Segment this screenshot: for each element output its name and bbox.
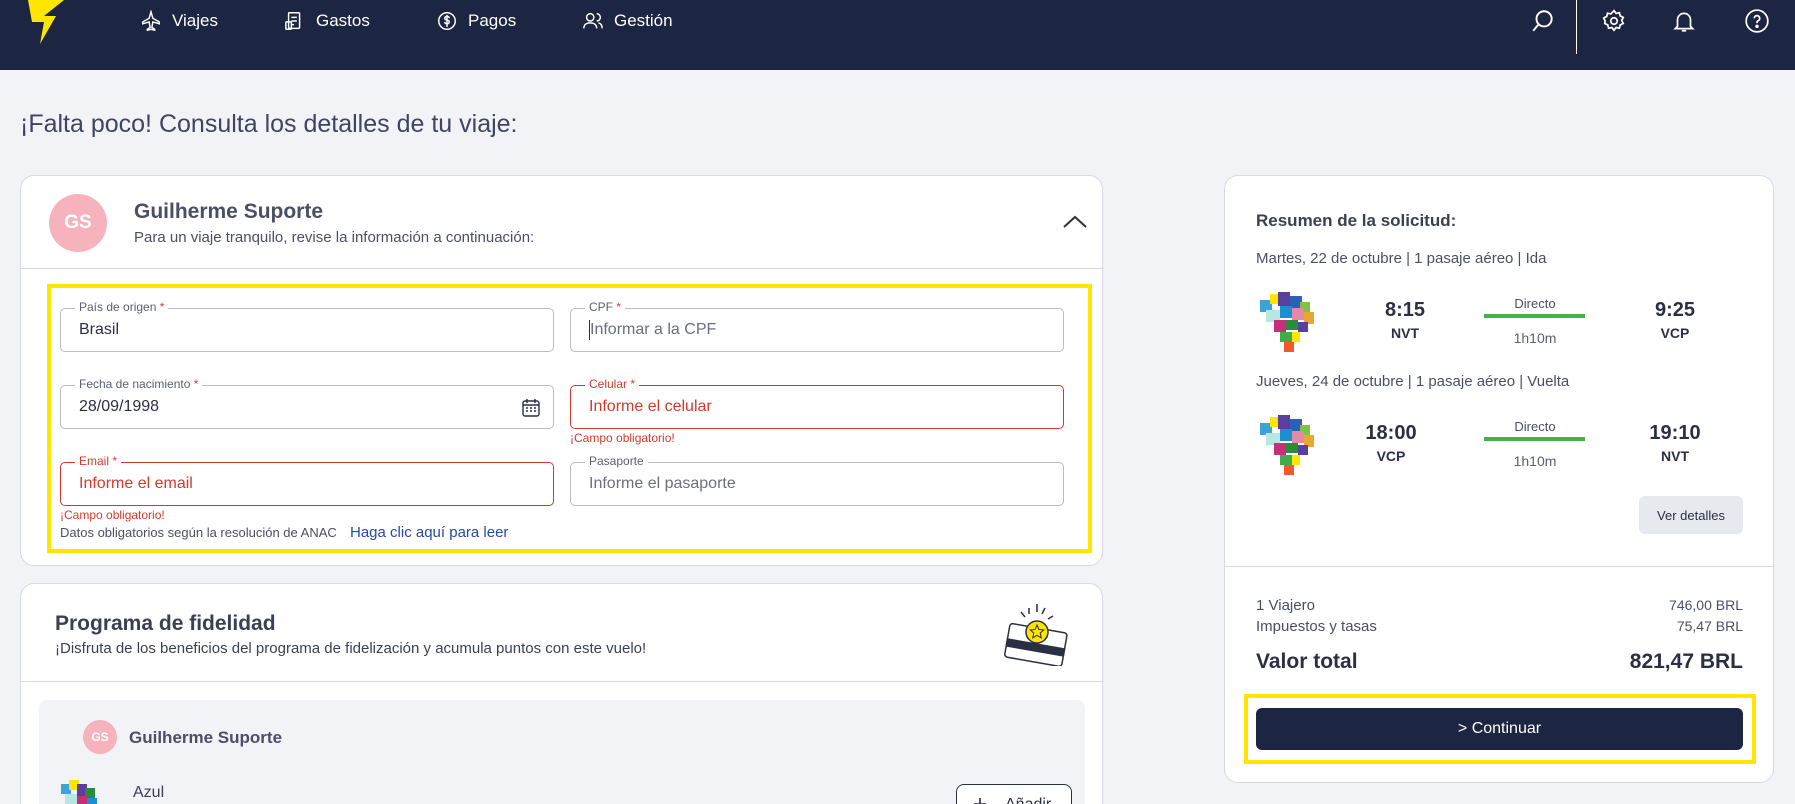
flight-duration: 1h10m	[1513, 453, 1557, 469]
plus-icon: +	[973, 791, 987, 804]
taxes-label: Impuestos y tasas	[1256, 618, 1377, 635]
airline-logo-icon	[61, 780, 97, 804]
loyalty-subtitle: ¡Disfruta de los beneficios del programa…	[55, 640, 647, 657]
card-divider	[21, 681, 1104, 682]
nav-label: Viajes	[172, 11, 218, 30]
flight-type: Directo	[1514, 296, 1556, 311]
total-label: Valor total	[1256, 650, 1358, 673]
departure-code: NVT	[1391, 325, 1419, 341]
add-loyalty-button[interactable]: + Añadir	[956, 784, 1072, 804]
receipt-icon	[285, 12, 301, 30]
required-mark: *	[159, 300, 165, 314]
leg-header: Martes, 22 de octubre | 1 pasaje aéreo |…	[1256, 250, 1547, 267]
bell-icon[interactable]	[1671, 8, 1697, 34]
dollar-icon	[438, 12, 456, 30]
avatar: GS	[49, 194, 107, 252]
required-mark: *	[630, 377, 636, 391]
card-divider	[1225, 566, 1775, 567]
chevron-up-icon[interactable]	[1061, 212, 1089, 232]
loyalty-card-icon	[1004, 604, 1068, 666]
cpf-placeholder: Informar a la CPF	[590, 321, 717, 338]
field-label: Pasaporte	[585, 454, 648, 468]
country-value: Brasil	[79, 321, 120, 338]
view-details-button[interactable]: Ver detalles	[1639, 496, 1743, 534]
email-placeholder: Informe el email	[79, 475, 193, 492]
airline-logo-icon	[1260, 292, 1314, 352]
traveler-subtitle: Para un viaje tranquilo, revise la infor…	[134, 229, 535, 246]
continue-highlight	[1244, 694, 1756, 764]
birthdate-value: 28/09/1998	[79, 398, 160, 415]
cpf-field[interactable]: CPF * Informar a la CPF	[570, 300, 1064, 352]
card-divider	[21, 268, 1104, 269]
airline-name: Azul	[133, 784, 165, 801]
passport-field[interactable]: Pasaporte Informe el pasaporte	[570, 454, 1064, 506]
gear-icon[interactable]	[1601, 8, 1627, 34]
traveler-name: Guilherme Suporte	[134, 200, 324, 223]
loyalty-title: Programa de fidelidad	[55, 612, 276, 635]
departure-code: VCP	[1376, 448, 1406, 464]
birthdate-field[interactable]: Fecha de nacimiento * 28/09/1998	[60, 377, 554, 429]
travelers-label: 1 Viajero	[1256, 597, 1315, 614]
nav-gestion[interactable]: Gestión	[582, 8, 673, 34]
required-mark: *	[193, 377, 199, 391]
travelers-value: 746,00 BRL	[1669, 597, 1743, 613]
country-field[interactable]: País de origen * Brasil	[60, 300, 554, 352]
summary-title: Resumen de la solicitud:	[1256, 211, 1457, 230]
top-nav-bar: Viajes Gastos Pagos Gestión	[0, 0, 1795, 70]
phone-error: ¡Campo obligatorio!	[570, 431, 675, 445]
arrival-code: VCP	[1660, 325, 1690, 341]
route-line	[1484, 314, 1585, 318]
price-row: 1 Viajero 746,00 BRL	[1256, 597, 1743, 614]
flight-type: Directo	[1514, 419, 1556, 434]
departure-time: 18:00	[1365, 422, 1417, 444]
field-label: Email	[79, 454, 110, 468]
arrival-code: NVT	[1661, 448, 1689, 464]
field-label: CPF	[589, 300, 613, 314]
required-mark: *	[112, 454, 118, 468]
summary-card: Resumen de la solicitud: Martes, 22 de o…	[1224, 175, 1775, 783]
email-field[interactable]: Email * Informe el email	[60, 454, 554, 506]
plane-icon	[142, 10, 160, 32]
anac-link[interactable]: Haga clic aquí para leer	[350, 524, 508, 541]
required-mark: *	[616, 300, 622, 314]
arrival-time: 9:25	[1654, 299, 1696, 321]
loyalty-traveler-name: Guilherme Suporte	[129, 728, 283, 747]
calendar-icon[interactable]	[521, 398, 541, 418]
route-line	[1484, 437, 1585, 441]
header-divider	[1576, 0, 1577, 54]
users-icon	[583, 12, 603, 29]
nav-gastos[interactable]: Gastos	[284, 8, 370, 34]
help-icon[interactable]	[1744, 8, 1770, 34]
nav-viajes[interactable]: Viajes	[140, 8, 218, 34]
total-value: 821,47 BRL	[1629, 650, 1743, 673]
loyalty-traveler-panel: GS Guilherme Suporte	[39, 700, 1085, 804]
nav-label: Gastos	[316, 11, 370, 30]
email-error: ¡Campo obligatorio!	[60, 508, 165, 522]
nav-label: Pagos	[468, 11, 517, 30]
nav-label: Gestión	[614, 11, 673, 30]
logo-icon[interactable]	[26, 0, 66, 46]
add-label: Añadir	[1005, 796, 1051, 804]
loyalty-card: Programa de fidelidad ¡Disfruta de los b…	[20, 583, 1104, 804]
flight-duration: 1h10m	[1513, 330, 1557, 346]
arrival-time: 19:10	[1649, 422, 1701, 444]
field-label: Celular	[589, 377, 628, 391]
phone-field[interactable]: Celular * Informe el celular	[570, 377, 1064, 429]
field-label: País de origen	[79, 300, 157, 314]
page-title: ¡Falta poco! Consulta los detalles de tu…	[20, 110, 518, 138]
passport-placeholder: Informe el pasaporte	[589, 475, 736, 492]
search-icon[interactable]	[1530, 8, 1556, 34]
avatar: GS	[83, 720, 117, 754]
anac-note: Datos obligatorios según la resolución d…	[60, 525, 337, 540]
price-row: Impuestos y tasas 75,47 BRL	[1256, 618, 1743, 635]
departure-time: 8:15	[1384, 299, 1426, 321]
leg-header: Jueves, 24 de octubre | 1 pasaje aéreo |…	[1256, 373, 1570, 390]
nav-pagos[interactable]: Pagos	[436, 8, 516, 34]
airline-logo-icon	[1260, 415, 1314, 475]
total-row: Valor total 821,47 BRL	[1256, 650, 1743, 674]
taxes-value: 75,47 BRL	[1676, 618, 1743, 634]
phone-placeholder: Informe el celular	[589, 398, 712, 415]
field-label: Fecha de nacimiento	[79, 377, 191, 391]
